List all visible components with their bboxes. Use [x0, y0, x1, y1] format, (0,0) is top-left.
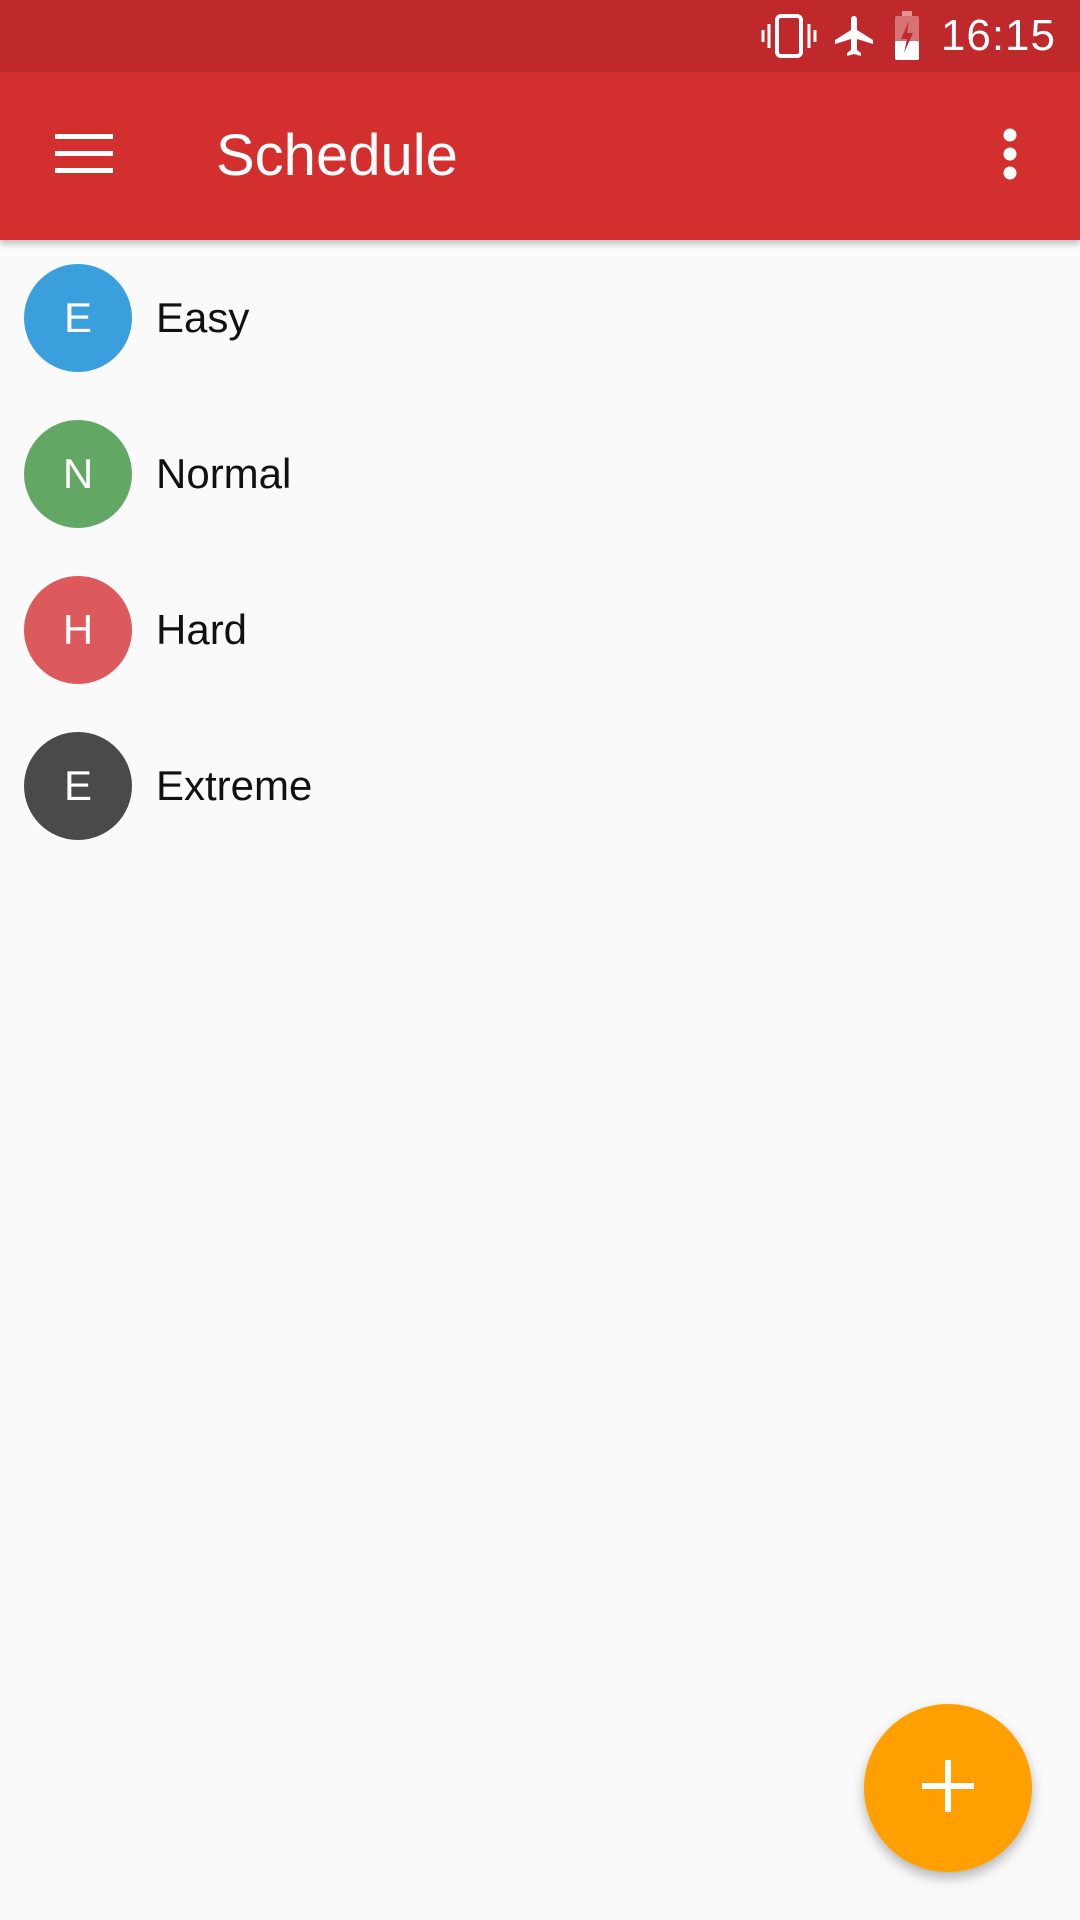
list-item-label: Normal: [156, 450, 292, 497]
list-item-normal[interactable]: N Normal: [0, 396, 1080, 552]
avatar: E: [24, 732, 132, 840]
list-item-hard[interactable]: H Hard: [0, 552, 1080, 708]
add-button[interactable]: [864, 1704, 1032, 1872]
status-icons: 16:15: [761, 0, 1080, 72]
menu-button[interactable]: [40, 112, 128, 200]
avatar: E: [24, 264, 132, 372]
status-time: 16:15: [940, 11, 1056, 60]
list-item-label: Extreme: [156, 762, 313, 809]
schedule-list: E Easy N Normal H Hard E Extreme: [0, 240, 1080, 864]
vibrate-icon: [761, 12, 817, 60]
avatar: H: [24, 576, 132, 684]
list-item-extreme[interactable]: E Extreme: [0, 708, 1080, 864]
airplane-mode-icon: [831, 12, 879, 60]
add-icon: [920, 1758, 976, 1819]
hamburger-menu-icon: [55, 132, 113, 181]
app-bar: Schedule: [0, 72, 1080, 240]
overflow-menu-button[interactable]: [970, 116, 1050, 196]
list-item-label: Hard: [156, 606, 248, 653]
more-vert-icon: [1002, 128, 1018, 185]
battery-charging-icon: [893, 11, 921, 61]
page-title: Schedule: [216, 123, 458, 188]
list-item-easy[interactable]: E Easy: [0, 240, 1080, 396]
list-item-label: Easy: [156, 294, 250, 341]
avatar: N: [24, 420, 132, 528]
status-bar: 16:15: [0, 0, 1080, 72]
